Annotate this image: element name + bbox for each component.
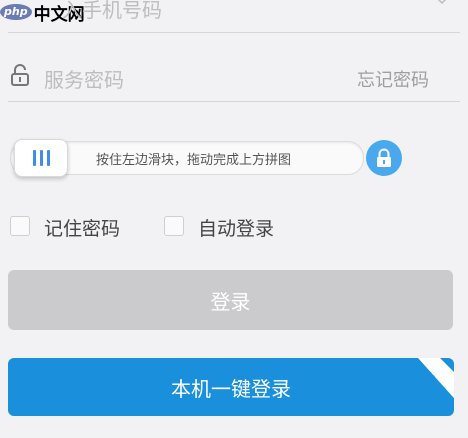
password-input[interactable]: 服务密码 <box>44 64 124 93</box>
auto-login-label: 自动登录 <box>198 218 275 240</box>
padlock-icon <box>366 140 402 176</box>
forgot-password-link[interactable]: 忘记密码 <box>357 66 429 92</box>
one-key-login-label: 本机一键登录 <box>171 376 291 401</box>
phone-input[interactable]: 入手机号码 <box>62 0 162 23</box>
chevron-down-icon[interactable] <box>436 0 448 6</box>
phone-divider <box>8 32 460 33</box>
one-key-login-button[interactable]: 本机一键登录 <box>8 358 454 416</box>
slider-hint: 按住左边滑块，拖动完成上方拼图 <box>96 153 292 168</box>
remember-password-label: 记住密码 <box>44 218 121 240</box>
grip-icon <box>32 150 50 166</box>
login-button[interactable]: 登录 <box>8 270 453 330</box>
remember-password-checkbox[interactable] <box>10 216 30 236</box>
password-divider <box>8 101 460 102</box>
watermark-php: php <box>0 4 32 20</box>
slider-handle[interactable] <box>14 139 68 177</box>
auto-login-checkbox[interactable] <box>164 216 184 236</box>
lock-icon <box>11 64 29 86</box>
